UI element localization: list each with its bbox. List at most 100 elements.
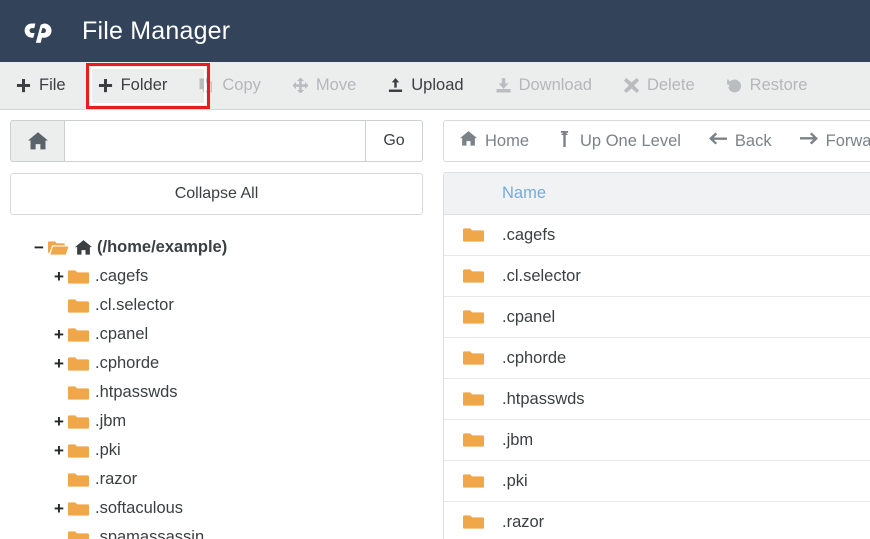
file-table: Name .cagefs .cl.selector .cpanel .cphorde.… — [443, 172, 870, 539]
column-header-name[interactable]: Name — [444, 184, 546, 203]
file-name: .cphorde — [502, 348, 567, 367]
arrow-left-icon — [708, 131, 727, 151]
collapse-icon[interactable]: − — [30, 239, 48, 256]
folder-icon — [444, 391, 502, 407]
expand-icon[interactable]: + — [50, 500, 68, 517]
table-row[interactable]: .htpasswds — [444, 379, 870, 420]
tree-item-label: .softaculous — [95, 499, 184, 517]
new-file-button[interactable]: File — [0, 62, 82, 109]
file-name: .cpanel — [502, 307, 556, 326]
copy-pages-icon — [199, 78, 214, 93]
table-row[interactable]: .cpanel — [444, 297, 870, 338]
home-icon — [460, 130, 477, 152]
expand-icon[interactable]: + — [50, 268, 68, 285]
table-row[interactable]: .cphorde — [444, 338, 870, 379]
tree-item-cagefs[interactable]: + .cagefs — [16, 262, 423, 291]
folder-icon — [444, 432, 502, 448]
tree-item-label: .jbm — [95, 412, 127, 430]
plus-icon — [16, 78, 31, 93]
table-row[interactable]: .razor — [444, 502, 870, 539]
nav-home[interactable]: Home — [460, 130, 529, 152]
new-folder-label: Folder — [120, 76, 168, 94]
file-manager-app: File Manager File Folder Copy Move Uploa… — [0, 0, 870, 539]
delete-label: Delete — [646, 76, 695, 94]
home-icon — [75, 239, 92, 256]
home-icon[interactable] — [10, 120, 64, 162]
tree-item-label: .htpasswds — [95, 383, 178, 401]
nav-label: Back — [734, 131, 772, 150]
tree-item-label: .spamassassin — [95, 528, 205, 539]
expand-icon[interactable]: + — [50, 442, 68, 459]
file-name: .jbm — [502, 430, 534, 449]
expand-icon[interactable]: + — [50, 326, 68, 343]
move-button[interactable]: Move — [277, 62, 372, 109]
collapse-all-button[interactable]: Collapse All — [10, 173, 423, 215]
nav-up-one-level[interactable]: Up One Level — [557, 130, 681, 152]
restore-button[interactable]: Restore — [711, 62, 824, 109]
tree-item-label: .cphorde — [95, 354, 160, 372]
tree-item-home-example[interactable]: − (/home/example) — [16, 233, 423, 262]
folder-icon — [444, 514, 502, 530]
tree-item-label: .cpanel — [95, 325, 149, 343]
new-file-label: File — [39, 76, 66, 94]
file-table-header: Name — [444, 173, 870, 215]
tree-item-razor[interactable]: .razor — [16, 465, 423, 494]
body-split: Go Collapse All − (/home/example) + .cagefs… — [0, 110, 870, 539]
file-pane: Home Up One Level Back Forward Name .cagefs… — [435, 110, 870, 539]
path-search-input[interactable] — [64, 120, 365, 162]
upload-icon — [388, 78, 403, 93]
upload-label: Upload — [411, 76, 464, 94]
open-folder-icon — [48, 240, 69, 256]
file-name: .htpasswds — [502, 389, 585, 408]
folder-icon — [68, 298, 89, 314]
tree-item-cpanel[interactable]: + .cpanel — [16, 320, 423, 349]
table-row[interactable]: .pki — [444, 461, 870, 502]
cpanel-logo-icon — [22, 16, 64, 46]
nav-label: Forward — [825, 131, 870, 150]
tree-item-pki[interactable]: + .pki — [16, 436, 423, 465]
upload-button[interactable]: Upload — [372, 62, 479, 109]
main-toolbar: File Folder Copy Move Upload Download De… — [0, 62, 870, 110]
expand-icon[interactable]: + — [50, 413, 68, 430]
path-search-row: Go — [10, 120, 423, 162]
tree-item-spamassassin[interactable]: .spamassassin — [16, 523, 423, 539]
delete-x-icon — [623, 78, 639, 93]
folder-icon — [444, 227, 502, 243]
move-label: Move — [315, 76, 357, 94]
arrow-up-icon — [557, 130, 572, 152]
go-button[interactable]: Go — [365, 120, 423, 162]
tree-item-softaculous[interactable]: + .softaculous — [16, 494, 423, 523]
nav-forward[interactable]: Forward — [799, 131, 870, 151]
app-header: File Manager — [0, 0, 870, 62]
page-title: File Manager — [82, 16, 231, 45]
tree-item-cl-selector[interactable]: .cl.selector — [16, 291, 423, 320]
folder-icon — [444, 350, 502, 366]
download-button[interactable]: Download — [480, 62, 608, 109]
delete-button[interactable]: Delete — [608, 62, 711, 109]
table-row[interactable]: .cagefs — [444, 215, 870, 256]
nav-back[interactable]: Back — [708, 131, 772, 151]
folder-icon — [444, 473, 502, 489]
directory-tree: − (/home/example) + .cagefs .cl.selector + .cp… — [10, 233, 423, 539]
nav-label: Home — [485, 131, 530, 150]
file-table-body: .cagefs .cl.selector .cpanel .cphorde .htpas… — [444, 215, 870, 539]
folder-icon — [444, 309, 502, 325]
expand-icon[interactable]: + — [50, 355, 68, 372]
copy-button[interactable]: Copy — [183, 62, 277, 109]
table-row[interactable]: .cl.selector — [444, 256, 870, 297]
folder-icon — [68, 385, 89, 401]
tree-item-htpasswds[interactable]: .htpasswds — [16, 378, 423, 407]
tree-item-jbm[interactable]: + .jbm — [16, 407, 423, 436]
tree-item-label: .razor — [95, 470, 138, 488]
table-row[interactable]: .jbm — [444, 420, 870, 461]
folder-icon — [68, 443, 89, 459]
folder-icon — [68, 414, 89, 430]
folder-icon — [68, 327, 89, 343]
folder-icon — [68, 356, 89, 372]
tree-item-cphorde[interactable]: + .cphorde — [16, 349, 423, 378]
tree-item-label: .pki — [95, 441, 121, 459]
copy-label: Copy — [222, 76, 261, 94]
new-folder-button[interactable]: Folder — [82, 76, 184, 95]
sidebar: Go Collapse All − (/home/example) + .cagefs… — [0, 110, 435, 539]
folder-icon — [68, 530, 89, 539]
